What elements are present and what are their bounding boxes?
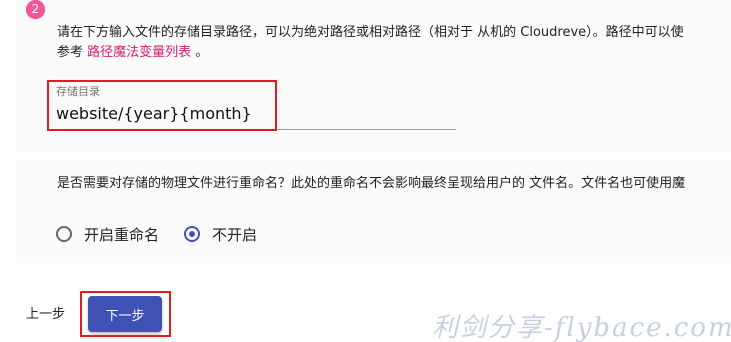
watermark: 利剑分享-flybace.com xyxy=(432,313,731,342)
rename-enable-label: 开启重命名 xyxy=(84,225,160,244)
rename-disable-option[interactable]: 不开启 xyxy=(184,222,257,246)
step-2-instruction: 是否需要对存储的物理文件进行重命名？此处的重命名不会影响最终呈现给用户的 文件名… xyxy=(57,176,686,191)
storage-policy-wizard: 1 请在下方输入文件的存储目录路径，可以为绝对路径或相对路径（相对于 从机的 C… xyxy=(0,0,731,342)
storage-dir-field[interactable]: 存储目录 website/{year}{month} xyxy=(56,82,456,130)
next-step-button[interactable]: 下一步 xyxy=(88,296,162,332)
prev-step-button[interactable]: 上一步 xyxy=(26,303,65,322)
rename-enable-option[interactable]: 开启重命名 xyxy=(56,222,159,246)
radio-checked-icon[interactable] xyxy=(184,226,200,242)
magic-variables-link[interactable]: 路径魔法变量列表 xyxy=(87,45,191,60)
step-1-instruction-reference: 参考 路径魔法变量列表 。 xyxy=(57,43,208,63)
storage-dir-label: 存储目录 xyxy=(56,85,100,98)
storage-dir-underline xyxy=(56,129,456,130)
rename-disable-label: 不开启 xyxy=(212,225,258,244)
radio-unchecked-icon[interactable] xyxy=(56,226,72,242)
storage-dir-input[interactable]: website/{year}{month} xyxy=(56,104,456,123)
step-1-instruction: 请在下方输入文件的存储目录路径，可以为绝对路径或相对路径（相对于 从机的 Clo… xyxy=(57,25,684,40)
reference-prefix: 参考 xyxy=(57,45,88,60)
reference-suffix: 。 xyxy=(191,45,209,60)
step-2-badge: 2 xyxy=(26,0,45,19)
